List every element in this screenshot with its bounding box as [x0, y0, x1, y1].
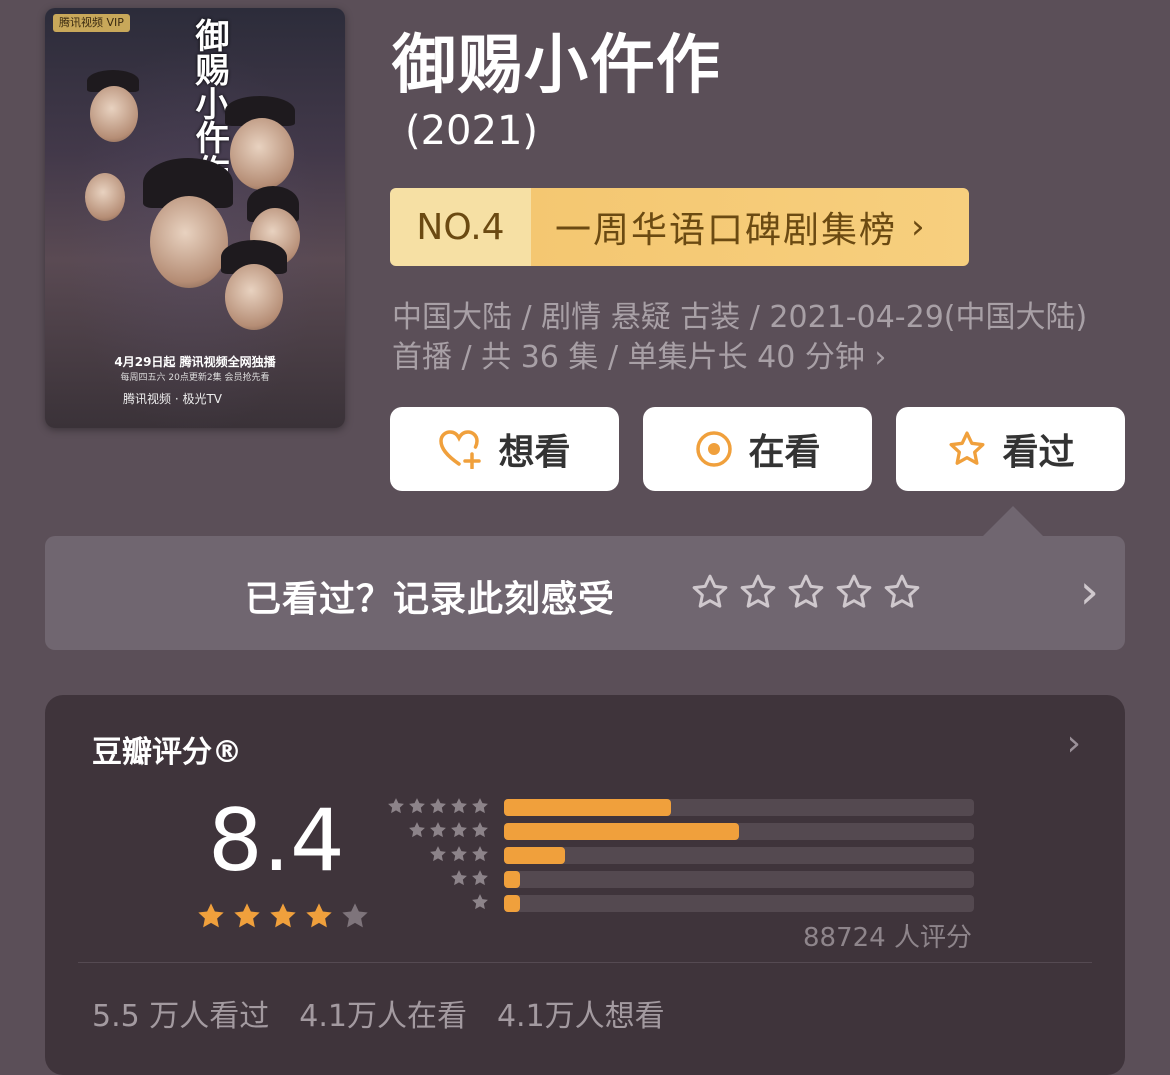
release-year: (2021) — [405, 108, 539, 154]
star-outline-icon[interactable] — [834, 572, 874, 612]
distribution-stars — [407, 820, 490, 840]
rating-distribution — [385, 795, 985, 915]
distribution-row — [385, 795, 985, 819]
poster-vip-badge: 腾讯视频 VIP — [53, 14, 130, 32]
rank-list-name: 一周华语口碑剧集榜 › — [531, 188, 969, 266]
watching-button[interactable]: 在看 — [643, 407, 872, 491]
star-small-icon — [430, 822, 446, 838]
star-small-icon — [472, 846, 488, 862]
watching-count: 4.1万人在看 — [299, 999, 467, 1034]
meta-info[interactable]: 中国大陆 / 剧情 悬疑 古装 / 2021-04-29(中国大陆) 首播 / … — [392, 298, 1122, 378]
distribution-track — [504, 895, 974, 912]
rank-list-label: 一周华语口碑剧集榜 — [555, 210, 898, 251]
score-stars — [195, 900, 371, 932]
distribution-bar — [504, 823, 739, 840]
watched-count: 5.5 万人看过 — [92, 999, 270, 1034]
star-empty-icon — [342, 903, 368, 928]
want-button-label: 想看 — [498, 432, 571, 473]
divider — [78, 962, 1092, 963]
star-small-icon — [430, 798, 446, 814]
star-small-icon — [472, 870, 488, 886]
star-small-icon — [472, 798, 488, 814]
panel-pointer — [983, 506, 1043, 536]
distribution-row — [385, 819, 985, 843]
star-small-icon — [409, 798, 425, 814]
distribution-track — [504, 871, 974, 888]
poster-figure — [150, 196, 228, 288]
star-outline-icon[interactable] — [690, 572, 730, 612]
star-small-icon — [472, 894, 488, 910]
distribution-bar — [504, 895, 521, 912]
star-small-icon — [430, 846, 446, 862]
watching-button-label: 在看 — [748, 432, 821, 473]
star-small-icon — [472, 822, 488, 838]
distribution-stars — [449, 868, 490, 888]
poster-air-text: 4月29日起 腾讯视频全网独播 — [114, 355, 276, 369]
star-small-icon — [451, 798, 467, 814]
page-title: 御赐小仵作 — [392, 29, 722, 103]
star-filled-icon — [306, 903, 332, 928]
star-outline-icon — [949, 431, 985, 465]
distribution-row — [385, 867, 985, 891]
rate-stars[interactable] — [690, 572, 922, 612]
target-circle-icon — [696, 431, 733, 467]
chevron-right-icon[interactable]: › — [1080, 564, 1099, 620]
score-label: 豆瓣评分® — [92, 735, 242, 770]
poster-figure — [90, 86, 138, 142]
star-small-icon — [451, 822, 467, 838]
star-filled-icon — [234, 903, 260, 928]
distribution-bar — [504, 871, 521, 888]
star-small-icon — [451, 870, 467, 886]
score-value: 8.4 — [208, 791, 345, 891]
raters-count: 88724 人评分 — [803, 923, 972, 953]
rate-prompt-panel[interactable]: 已看过？记录此刻感受 › — [45, 536, 1125, 650]
distribution-bar — [504, 799, 671, 816]
poster-figure — [230, 118, 294, 190]
poster-sub-text: 每周四五六 20点更新2集 会员抢先看 — [120, 373, 270, 383]
distribution-bar — [504, 847, 566, 864]
want-button[interactable]: 想看 — [390, 407, 619, 491]
chevron-right-icon[interactable]: › — [1067, 723, 1081, 764]
ranking-chip[interactable]: NO.4 一周华语口碑剧集榜 › — [390, 188, 969, 266]
distribution-stars — [470, 892, 490, 912]
poster-figure — [225, 264, 283, 330]
distribution-track — [504, 823, 974, 840]
star-filled-icon — [270, 903, 296, 928]
chevron-right-icon: › — [874, 340, 887, 375]
meta-text: 中国大陆 / 剧情 悬疑 古装 / 2021-04-29(中国大陆) 首播 / … — [392, 300, 1088, 375]
rate-prompt-text: 已看过？记录此刻感受 — [245, 579, 616, 620]
poster-figure — [85, 173, 125, 221]
distribution-stars — [386, 796, 490, 816]
distribution-row — [385, 843, 985, 867]
star-small-icon — [451, 846, 467, 862]
star-outline-icon[interactable] — [738, 572, 778, 612]
rank-number: NO.4 — [390, 188, 531, 266]
watched-button[interactable]: 看过 — [896, 407, 1125, 491]
distribution-row — [385, 891, 985, 915]
distribution-track — [504, 799, 974, 816]
douban-score-card[interactable]: 豆瓣评分® › 8.4 88724 人评分 5.5 万人看过 4.1万人在看 4… — [45, 695, 1125, 1075]
poster-logos: 腾讯视频 · 极光TV — [123, 392, 222, 406]
star-outline-icon[interactable] — [882, 572, 922, 612]
distribution-stars — [428, 844, 490, 864]
star-small-icon — [409, 822, 425, 838]
want-count: 4.1万人想看 — [496, 999, 665, 1034]
star-filled-icon — [198, 903, 224, 928]
star-small-icon — [388, 798, 404, 814]
poster-image[interactable]: 腾讯视频 VIP 御赐小仵作 4月29日起 腾讯视频全网独播 每周四五六 20点… — [45, 8, 345, 428]
star-outline-icon[interactable] — [786, 572, 826, 612]
distribution-track — [504, 847, 974, 864]
chevron-right-icon: › — [911, 207, 927, 247]
watched-button-label: 看过 — [1002, 432, 1075, 473]
audience-counts: 5.5 万人看过 4.1万人在看 4.1万人想看 — [92, 991, 665, 1035]
heart-plus-icon — [439, 430, 482, 469]
